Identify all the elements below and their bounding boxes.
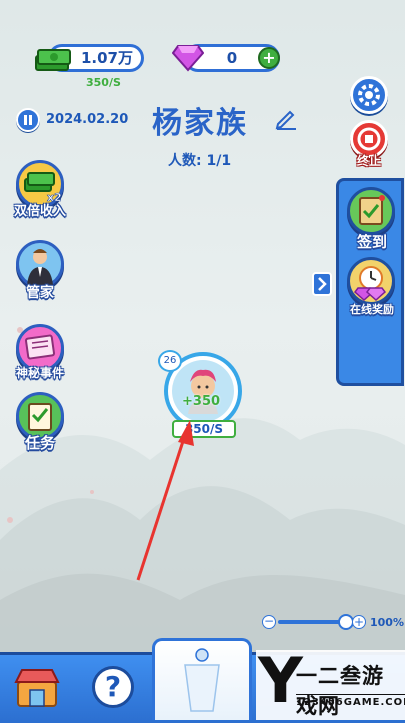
zoom-slider[interactable]: − + <box>262 614 366 630</box>
build-icon <box>184 648 220 712</box>
pointer-arrow-annotation <box>136 420 194 581</box>
help-button[interactable]: ? <box>92 666 134 708</box>
zoom-in-button[interactable]: + <box>352 615 366 629</box>
watermark-title: 一二叁游戏网 <box>296 664 384 718</box>
zoom-percent: 100% <box>370 616 404 629</box>
zoom-out-button[interactable]: − <box>262 615 276 629</box>
watermark-logo: Y 一二叁游戏网 123456GAME.COM <box>256 648 405 720</box>
watermark-url: 123456GAME.COM <box>296 694 405 708</box>
shop-icon[interactable] <box>10 662 64 712</box>
center-build-button[interactable] <box>152 638 252 720</box>
question-mark-icon: ? <box>104 670 122 703</box>
